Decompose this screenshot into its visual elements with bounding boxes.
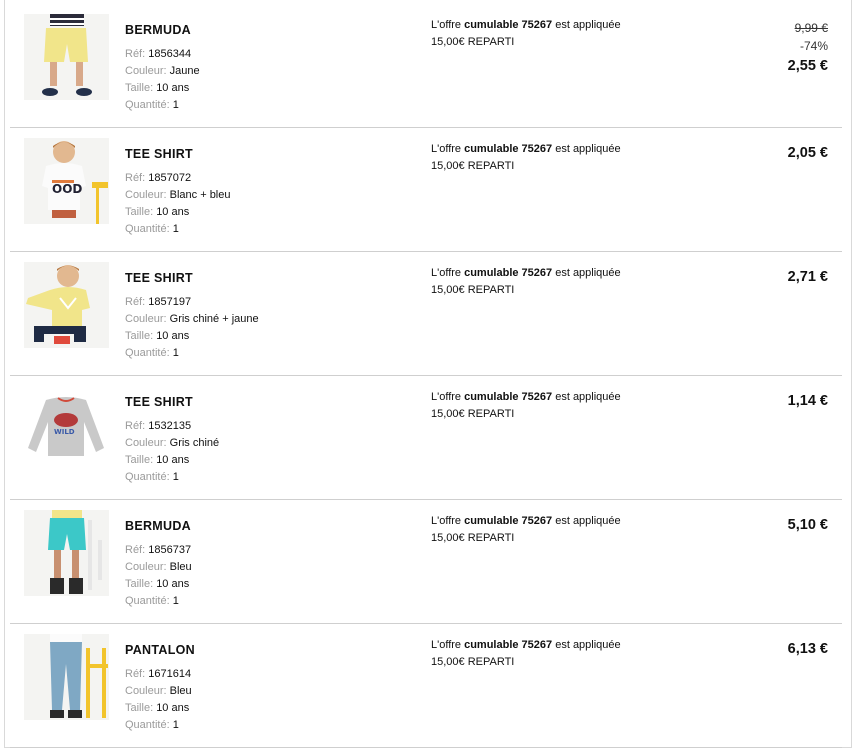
current-price: 6,13 € (787, 641, 828, 657)
white-tshirt-photo[interactable]: OOD (24, 138, 109, 224)
product-size: Taille: 10 ans (125, 702, 190, 714)
price-block: 2,05 € (788, 144, 828, 162)
product-quantity: Quantité: 1 (125, 223, 179, 235)
product-size: Taille: 10 ans (125, 454, 190, 466)
product-name[interactable]: TEE SHIRT (125, 271, 405, 288)
blue-shorts-photo[interactable] (24, 510, 109, 596)
product-name[interactable]: TEE SHIRT (125, 395, 405, 412)
product-color: Couleur: Blanc + bleu (125, 189, 231, 201)
offer-info: L'offre cumulable 75267 est appliquée 15… (431, 639, 621, 668)
product-quantity: Quantité: 1 (125, 471, 179, 483)
current-price: 1,14 € (787, 393, 828, 409)
price-block: 2,71 € (788, 268, 828, 286)
offer-info: L'offre cumulable 75267 est appliquée 15… (431, 19, 621, 48)
blue-jeans-photo[interactable] (24, 634, 109, 720)
original-price: 9,99 € (794, 21, 828, 35)
product-quantity: Quantité: 1 (125, 595, 179, 607)
product-ref: Réf: 1857197 (125, 296, 192, 308)
offer-info: L'offre cumulable 75267 est appliquée 15… (431, 391, 621, 420)
product-ref: Réf: 1857072 (125, 172, 192, 184)
product-color: Couleur: Bleu (125, 561, 192, 573)
product-size: Taille: 10 ans (125, 330, 190, 342)
product-quantity: Quantité: 1 (125, 347, 179, 359)
yellow-shorts-photo[interactable] (24, 14, 109, 100)
current-price: 2,55 € (787, 58, 828, 74)
yellow-tshirt-photo[interactable] (24, 262, 109, 348)
order-item-row: TEE SHIRT Réf: 1857197 Couleur: Gris chi… (10, 252, 842, 376)
product-color: Couleur: Jaune (125, 65, 200, 77)
current-price: 5,10 € (787, 517, 828, 533)
order-items-panel: BERMUDA Réf: 1856344 Couleur: Jaune Tail… (4, 0, 852, 748)
product-name[interactable]: PANTALON (125, 643, 405, 660)
product-ref: Réf: 1532135 (125, 420, 192, 432)
order-item-row: OOD TEE SHIRT Réf: 1857072 Couleur: Blan… (10, 128, 842, 252)
product-ref: Réf: 1856737 (125, 544, 192, 556)
product-name[interactable]: TEE SHIRT (125, 147, 405, 164)
order-item-row: WILD TEE SHIRT Réf: 1532135 Couleur: Gri… (10, 376, 842, 500)
product-size: Taille: 10 ans (125, 206, 190, 218)
product-size: Taille: 10 ans (125, 82, 190, 94)
current-price: 2,71 € (787, 269, 828, 285)
order-item-row: BERMUDA Réf: 1856344 Couleur: Jaune Tail… (10, 4, 842, 128)
price-block: 9,99 € -74% 2,55 € (788, 20, 828, 75)
product-name[interactable]: BERMUDA (125, 23, 405, 40)
price-block: 6,13 € (788, 640, 828, 658)
product-color: Couleur: Gris chiné (125, 437, 220, 449)
product-ref: Réf: 1856344 (125, 48, 192, 60)
grey-longsleeve-photo[interactable]: WILD (24, 386, 109, 472)
product-color: Couleur: Gris chiné + jaune (125, 313, 259, 325)
offer-info: L'offre cumulable 75267 est appliquée 15… (431, 515, 621, 544)
product-color: Couleur: Bleu (125, 685, 192, 697)
product-name[interactable]: BERMUDA (125, 519, 405, 536)
offer-info: L'offre cumulable 75267 est appliquée 15… (431, 267, 621, 296)
svg-text:OOD: OOD (52, 182, 82, 196)
current-price: 2,05 € (787, 145, 828, 161)
discount-badge: -74% (799, 39, 828, 53)
product-ref: Réf: 1671614 (125, 668, 192, 680)
product-quantity: Quantité: 1 (125, 719, 179, 731)
price-block: 5,10 € (788, 516, 828, 534)
order-item-row: PANTALON Réf: 1671614 Couleur: Bleu Tail… (10, 624, 842, 748)
offer-info: L'offre cumulable 75267 est appliquée 15… (431, 143, 621, 172)
svg-text:WILD: WILD (54, 428, 75, 436)
product-quantity: Quantité: 1 (125, 99, 179, 111)
order-item-row: BERMUDA Réf: 1856737 Couleur: Bleu Taill… (10, 500, 842, 624)
price-block: 1,14 € (788, 392, 828, 410)
product-size: Taille: 10 ans (125, 578, 190, 590)
